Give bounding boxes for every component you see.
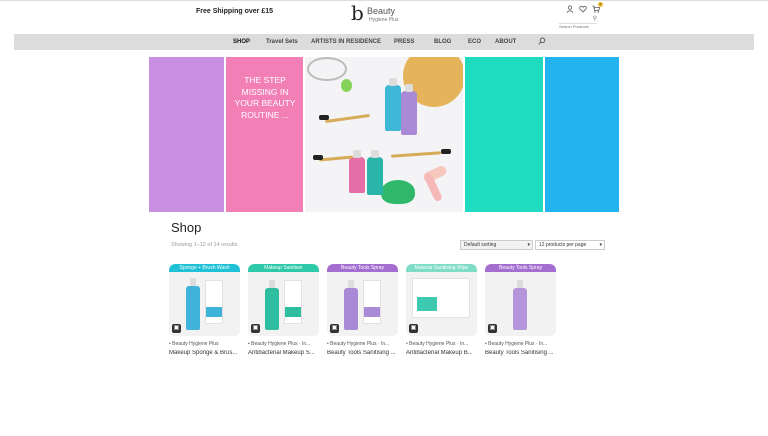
whisk-brush: [307, 57, 347, 81]
search-icon[interactable]: ⚲: [593, 15, 597, 22]
brush-bristle: [319, 115, 329, 120]
product-tag: Sponge + Brush Wash: [169, 264, 240, 272]
hero-banner[interactable]: THE STEP MISSING IN YOUR BEAUTY ROUTINE …: [149, 57, 619, 212]
cart-icon[interactable]: 0: [592, 2, 603, 13]
nav-item-travel-sets[interactable]: Travel Sets: [266, 39, 298, 45]
site-logo[interactable]: b Beauty Hygiene Plus: [351, 2, 415, 28]
page-title: Shop: [171, 220, 202, 235]
top-bar: Free Shipping over £15 b Beauty Hygiene …: [0, 0, 768, 32]
nav-search-icon[interactable]: [538, 37, 546, 47]
product-tag: Makeup Sanitiser: [248, 264, 319, 272]
product-tag: Beauty Tools Spray: [327, 264, 398, 272]
product-name[interactable]: Makeup Sponge & Brus...: [169, 350, 240, 356]
product-tag: Makeup Sanitising Wipe: [406, 264, 477, 272]
product-name[interactable]: Antibacterial Makeup B...: [406, 350, 477, 356]
user-icon[interactable]: [566, 5, 574, 13]
product-image[interactable]: Beauty Tools Spray ▣: [485, 264, 556, 336]
product-image[interactable]: Makeup Sanitiser ▣: [248, 264, 319, 336]
product-card[interactable]: Beauty Tools Spray ▣ • Beauty Hygiene Pl…: [327, 264, 398, 356]
product-brand: • Beauty Hygiene Plus: [169, 341, 219, 347]
product-card[interactable]: Beauty Tools Spray ▣ • Beauty Hygiene Pl…: [485, 264, 556, 356]
nav-item-press[interactable]: PRESS: [394, 39, 414, 45]
brush-bristle: [441, 149, 451, 154]
free-shipping-notice: Free Shipping over £15: [196, 8, 274, 15]
product-bottle: [513, 288, 527, 330]
product-brand: • Beauty Hygiene Plus · In...: [327, 341, 390, 347]
chevron-down-icon: ▾: [599, 242, 602, 248]
product-bottle: [265, 288, 279, 330]
account-icons: 0: [566, 2, 603, 13]
logo-mark: b: [351, 1, 364, 25]
nav-item-shop[interactable]: SHOP: [233, 39, 250, 45]
quick-view-icon[interactable]: ▣: [330, 324, 339, 333]
makeup-brush: [325, 113, 370, 124]
sort-select[interactable]: Default sorting ▾: [460, 240, 533, 250]
cart-count-badge: 0: [598, 2, 603, 7]
product-box: [284, 280, 302, 324]
banner-bottle-blue: [385, 78, 401, 131]
per-page-select-value: 12 products per page: [539, 242, 587, 248]
product-bottle: [186, 286, 200, 330]
banner-headline: THE STEP MISSING IN YOUR BEAUTY ROUTINE …: [234, 75, 296, 120]
banner-bottle-pink: [349, 150, 365, 193]
main-navigation: SHOP Travel Sets ARTISTS IN RESIDENCE PR…: [14, 34, 754, 50]
quick-view-icon[interactable]: ▣: [172, 324, 181, 333]
result-count: Showing 1–12 of 14 results: [171, 242, 238, 248]
green-sponge-small: [341, 79, 352, 92]
quick-view-icon[interactable]: ▣: [409, 324, 418, 333]
product-brand: • Beauty Hygiene Plus · In...: [485, 341, 548, 347]
makeup-brush: [390, 151, 442, 158]
product-card[interactable]: Sponge + Brush Wash ▣ • Beauty Hygiene P…: [169, 264, 240, 356]
banner-product-photo: [305, 57, 463, 212]
nav-item-blog[interactable]: BLOG: [434, 39, 451, 45]
banner-panel-teal: [465, 57, 543, 212]
header-search: ⚲: [559, 15, 597, 31]
nav-item-artists-in-residence[interactable]: ARTISTS IN RESIDENCE: [311, 39, 381, 45]
product-box: [363, 280, 381, 324]
quick-view-icon[interactable]: ▣: [488, 324, 497, 333]
logo-text-hygiene-plus: Hygiene Plus: [369, 17, 399, 23]
product-image[interactable]: Beauty Tools Spray ▣: [327, 264, 398, 336]
product-name[interactable]: Beauty Tools Sanitising ...: [327, 350, 398, 356]
banner-panel-blue: [545, 57, 619, 212]
product-name[interactable]: Beauty Tools Sanitising ...: [485, 350, 556, 356]
sort-select-value: Default sorting: [464, 242, 497, 248]
search-input[interactable]: [559, 22, 589, 31]
makeup-brush: [318, 155, 354, 162]
product-tag: Beauty Tools Spray: [485, 264, 556, 272]
banner-bottle-purple: [401, 84, 417, 135]
product-card[interactable]: Makeup Sanitiser ▣ • Beauty Hygiene Plus…: [248, 264, 319, 356]
heart-icon[interactable]: [579, 5, 587, 13]
chevron-down-icon: ▾: [527, 242, 530, 248]
product-image[interactable]: Sponge + Brush Wash ▣: [169, 264, 240, 336]
product-card[interactable]: Makeup Sanitising Wipe ▣ • Beauty Hygien…: [406, 264, 477, 356]
nav-item-about[interactable]: ABOUT: [495, 39, 516, 45]
product-box: [412, 278, 470, 318]
green-sponge-large: [381, 180, 415, 204]
banner-panel-purple: [149, 57, 224, 212]
brush-bristle: [313, 155, 323, 160]
products-per-page-select[interactable]: 12 products per page ▾: [535, 240, 605, 250]
product-brand: • Beauty Hygiene Plus · In...: [248, 341, 311, 347]
banner-bottle-teal: [367, 150, 383, 195]
logo-text-beauty: Beauty: [367, 6, 396, 16]
product-bottle: [344, 288, 358, 330]
product-box: [205, 280, 223, 324]
quick-view-icon[interactable]: ▣: [251, 324, 260, 333]
nav-item-eco[interactable]: ECO: [468, 39, 481, 45]
product-name[interactable]: Antibacterial Makeup S...: [248, 350, 319, 356]
product-brand: • Beauty Hygiene Plus · In...: [406, 341, 469, 347]
product-image[interactable]: Makeup Sanitising Wipe ▣: [406, 264, 477, 336]
